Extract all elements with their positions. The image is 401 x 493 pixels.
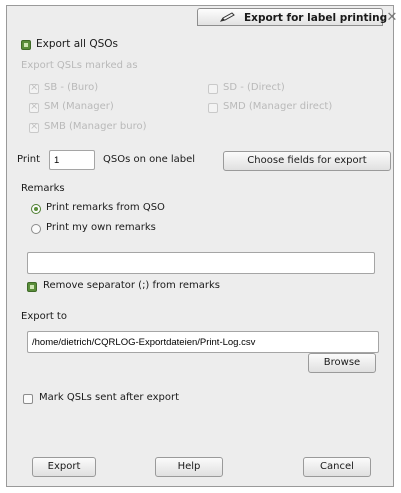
print-label: Print [17, 154, 41, 165]
pencil-icon [220, 12, 235, 22]
remarks-heading: Remarks [21, 183, 65, 194]
export-button[interactable]: Export [32, 457, 96, 477]
export-dialog-window: Export for label printing ✕ Export all Q… [6, 5, 397, 487]
qsos-per-label-text: QSOs on one label [103, 154, 196, 165]
mark-sent-label: Mark QSLs sent after export [39, 392, 180, 403]
remove-separator-checkbox[interactable] [27, 282, 37, 292]
sm-manager-checkbox[interactable] [29, 101, 39, 113]
print-own-remarks-radio[interactable] [31, 224, 41, 234]
cancel-button[interactable]: Cancel [303, 457, 371, 477]
sb-buro-label: SB - (Buro) [44, 82, 99, 93]
remove-separator-label: Remove separator (;) from remarks [43, 280, 220, 291]
sd-direct-checkbox[interactable] [208, 84, 218, 94]
mark-sent-checkbox[interactable] [23, 394, 33, 404]
sb-buro-checkbox[interactable] [29, 82, 39, 94]
export-to-heading: Export to [21, 311, 67, 322]
export-all-checkbox[interactable] [21, 40, 31, 50]
help-button[interactable]: Help [155, 457, 223, 477]
smd-manager-direct-label: SMD (Manager direct) [223, 101, 333, 112]
smd-manager-direct-checkbox[interactable] [208, 103, 218, 113]
title-bar: Export for label printing [197, 8, 387, 26]
own-remarks-input[interactable] [27, 252, 375, 274]
choose-fields-button[interactable]: Choose fields for export [223, 151, 391, 171]
print-remarks-qso-radio[interactable] [31, 204, 41, 214]
sd-direct-label: SD - (Direct) [223, 82, 285, 93]
qso-count-input[interactable] [49, 150, 95, 170]
smb-manager-buro-label: SMB (Manager buro) [44, 121, 147, 132]
print-remarks-qso-label: Print remarks from QSO [46, 202, 165, 213]
window-title: Export for label printing [244, 12, 388, 24]
export-all-label: Export all QSOs [36, 38, 118, 50]
export-path-input[interactable] [27, 331, 379, 353]
print-own-remarks-label: Print my own remarks [46, 222, 156, 233]
smb-manager-buro-checkbox[interactable] [29, 121, 39, 133]
browse-button[interactable]: Browse [308, 353, 376, 373]
marked-as-heading: Export QSLs marked as [21, 60, 138, 71]
sm-manager-label: SM (Manager) [44, 101, 114, 112]
close-icon[interactable]: ✕ [386, 11, 398, 24]
